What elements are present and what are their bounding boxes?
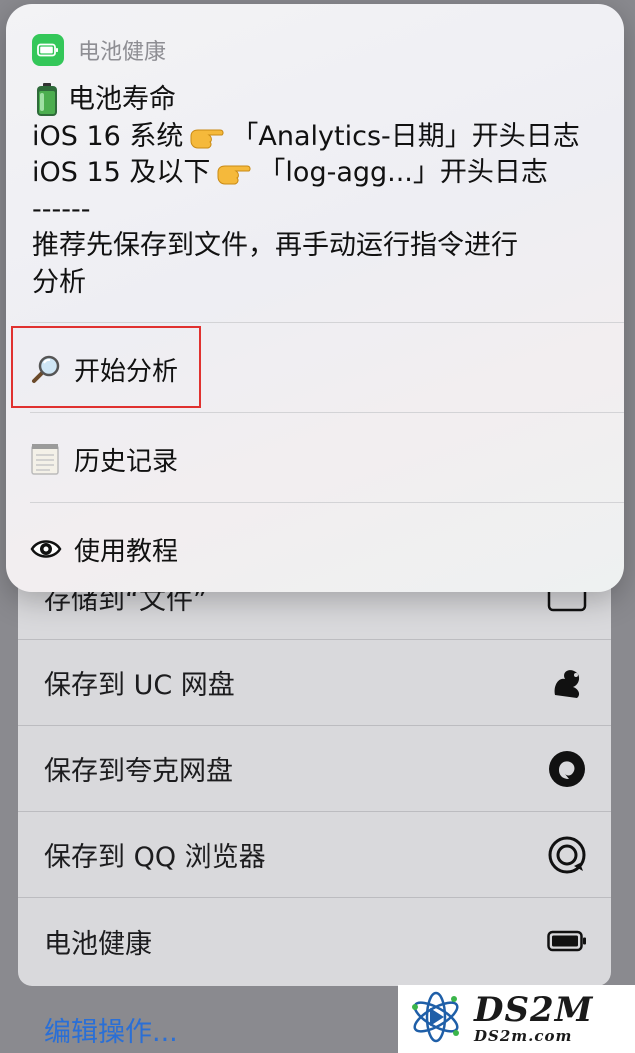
action-label: 保存到夸克网盘 <box>44 756 233 787</box>
battery-emoji-icon <box>32 83 62 117</box>
message-line: 推荐先保存到文件，再手动运行指令进行 <box>32 228 602 265</box>
message-line: iOS 16 系统 「Analytics-日期」开头日志 <box>32 119 602 156</box>
highlight-annotation-box <box>11 326 201 408</box>
action-label: 电池健康 <box>44 928 152 960</box>
alert-message: 电池寿命 iOS 16 系统 「Analytics-日期」开头日志 iOS 15… <box>32 82 602 301</box>
action-save-to-uc-drive[interactable]: 保存到 UC 网盘 <box>18 640 611 726</box>
card-header: 电池健康 <box>32 34 166 66</box>
pointing-hand-emoji-icon <box>216 160 252 186</box>
atom-logo-icon <box>408 989 464 1049</box>
menu-item-history[interactable]: 历史记录 <box>30 414 614 504</box>
battery-icon <box>547 921 587 961</box>
eye-icon <box>30 533 62 565</box>
action-label: 保存到 UC 网盘 <box>44 670 235 701</box>
qq-browser-icon <box>547 835 587 875</box>
menu-divider <box>30 502 624 503</box>
message-text: ------ <box>32 193 91 225</box>
shortcut-alert-card: 电池健康 电池寿命 iOS 16 系统 「Analytics-日期」开头日志 i… <box>6 4 624 592</box>
message-text: 分析 <box>32 266 86 298</box>
message-text: 「Analytics-日期」开头日志 <box>231 120 580 152</box>
action-label: 保存到 QQ 浏览器 <box>44 842 266 873</box>
watermark: DS2M DS2m.com <box>398 985 635 1053</box>
action-save-to-quark-drive[interactable]: 保存到夸克网盘 <box>18 726 611 812</box>
menu-item-tutorial[interactable]: 使用教程 <box>30 504 614 592</box>
message-text: 电池寿命 <box>68 84 176 115</box>
menu-divider <box>30 412 624 413</box>
message-text: iOS 15 及以下 <box>32 157 211 188</box>
message-line: 电池寿命 <box>32 82 602 119</box>
menu-item-label: 历史记录 <box>74 446 179 477</box>
action-battery-health[interactable]: 电池健康 <box>18 898 611 984</box>
app-title: 电池健康 <box>78 40 167 65</box>
message-line: ------ <box>32 192 602 229</box>
menu-divider <box>30 322 624 323</box>
watermark-brand: DS2M <box>474 990 594 1030</box>
message-line: iOS 15 及以下 「log-agg...」开头日志 <box>32 155 602 192</box>
message-line: 分析 <box>32 265 602 302</box>
uc-squirrel-icon <box>547 663 587 703</box>
message-text: 「log-agg...」开头日志 <box>258 157 548 188</box>
notepad-icon <box>30 443 62 475</box>
pointing-hand-emoji-icon <box>189 124 225 150</box>
edit-actions-link[interactable]: 编辑操作... <box>44 1010 178 1049</box>
action-save-to-qq-browser[interactable]: 保存到 QQ 浏览器 <box>18 812 611 898</box>
menu-item-label: 使用教程 <box>74 536 179 567</box>
quark-icon <box>547 749 587 789</box>
message-text: 推荐先保存到文件，再手动运行指令进行 <box>32 230 518 261</box>
share-action-list: 存储到“文件” 保存到 UC 网盘 保存到夸克网盘 保存到 QQ 浏览器 电池健… <box>18 556 611 986</box>
message-text: iOS 16 系统 <box>32 120 184 152</box>
battery-app-icon <box>32 34 64 66</box>
